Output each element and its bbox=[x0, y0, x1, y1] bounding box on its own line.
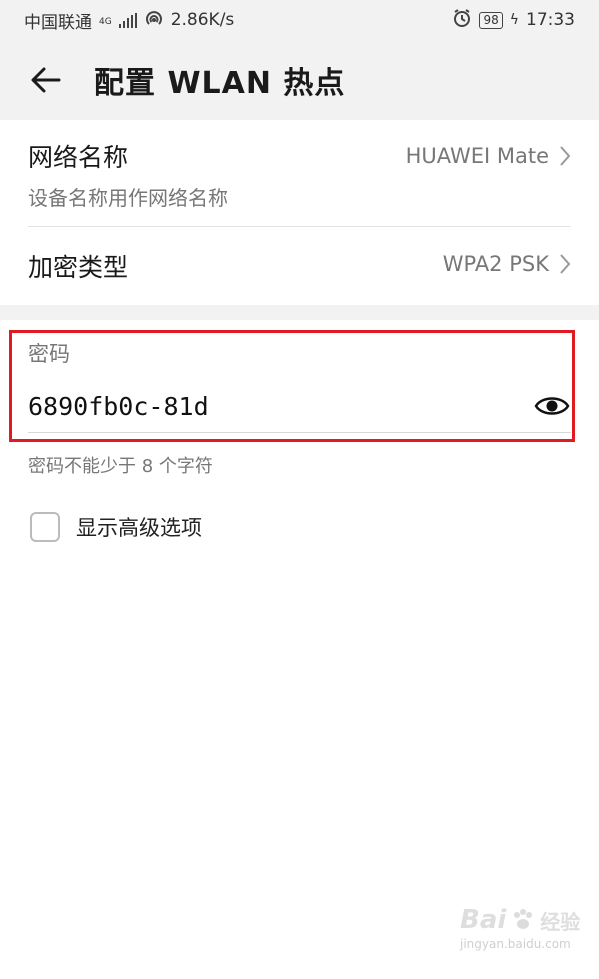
clock-time: 17:33 bbox=[526, 10, 575, 30]
password-input[interactable]: 6890fb0c-81d bbox=[28, 392, 209, 421]
app-bar: 配置 WLAN 热点 bbox=[0, 40, 599, 120]
advanced-options-label: 显示高级选项 bbox=[76, 516, 202, 540]
status-right: 98 ϟ 17:33 bbox=[452, 8, 575, 33]
back-button[interactable] bbox=[16, 50, 76, 110]
page-title: 配置 WLAN 热点 bbox=[94, 66, 346, 101]
settings-card: 网络名称 设备名称用作网络名称 HUAWEI Mate 加密类型 WPA2 PS… bbox=[0, 120, 599, 305]
encryption-row[interactable]: 加密类型 WPA2 PSK bbox=[28, 248, 571, 288]
network-speed: 2.86K/s bbox=[170, 10, 235, 30]
chevron-right-icon bbox=[560, 146, 571, 166]
battery-icon: 98 bbox=[479, 11, 503, 29]
section-separator bbox=[0, 305, 599, 320]
watermark-url: jingyan.baidu.com bbox=[460, 937, 571, 951]
battery-level: 98 bbox=[483, 12, 499, 27]
encryption-value-group: WPA2 PSK bbox=[443, 252, 571, 276]
advanced-options-row[interactable]: 显示高级选项 bbox=[30, 512, 202, 542]
highlight-annotation-box bbox=[9, 330, 575, 442]
hotspot-icon bbox=[144, 9, 164, 32]
encryption-value: WPA2 PSK bbox=[442, 252, 549, 276]
watermark-logo: Bai 经验 bbox=[460, 905, 580, 935]
paw-icon bbox=[514, 909, 533, 929]
network-name-row[interactable]: 网络名称 设备名称用作网络名称 HUAWEI Mate bbox=[28, 138, 571, 228]
row-divider bbox=[28, 226, 571, 227]
baidu-watermark: Bai 经验 jingyan.baidu.com bbox=[460, 905, 580, 951]
network-badge: 4G bbox=[99, 16, 112, 27]
network-name-value-group: HUAWEI Mate bbox=[406, 144, 571, 168]
status-left: 中国联通 4G 2.86K/s bbox=[24, 8, 234, 33]
password-section: 密码 6890fb0c-81d 密码不能少于 8 个字符 显示高级选项 bbox=[0, 320, 599, 800]
signal-icon bbox=[118, 12, 137, 28]
advanced-options-checkbox[interactable] bbox=[30, 512, 60, 542]
charging-icon: ϟ bbox=[509, 12, 519, 28]
password-hint: 密码不能少于 8 个字符 bbox=[28, 456, 213, 477]
eye-icon bbox=[534, 397, 570, 415]
network-name-value: HUAWEI Mate bbox=[405, 144, 549, 168]
arrow-left-icon bbox=[31, 67, 61, 93]
watermark-text: Bai bbox=[460, 905, 507, 935]
password-underline bbox=[28, 432, 571, 433]
password-visibility-toggle[interactable] bbox=[534, 392, 570, 420]
alarm-icon bbox=[452, 8, 472, 33]
password-label: 密码 bbox=[28, 342, 70, 366]
watermark-suffix: 经验 bbox=[540, 909, 581, 934]
carrier-name: 中国联通 bbox=[24, 12, 92, 33]
status-bar: 中国联通 4G 2.86K/s 98 ϟ 17:33 bbox=[0, 0, 599, 40]
chevron-right-icon bbox=[560, 254, 571, 274]
network-name-sublabel: 设备名称用作网络名称 bbox=[28, 186, 228, 210]
